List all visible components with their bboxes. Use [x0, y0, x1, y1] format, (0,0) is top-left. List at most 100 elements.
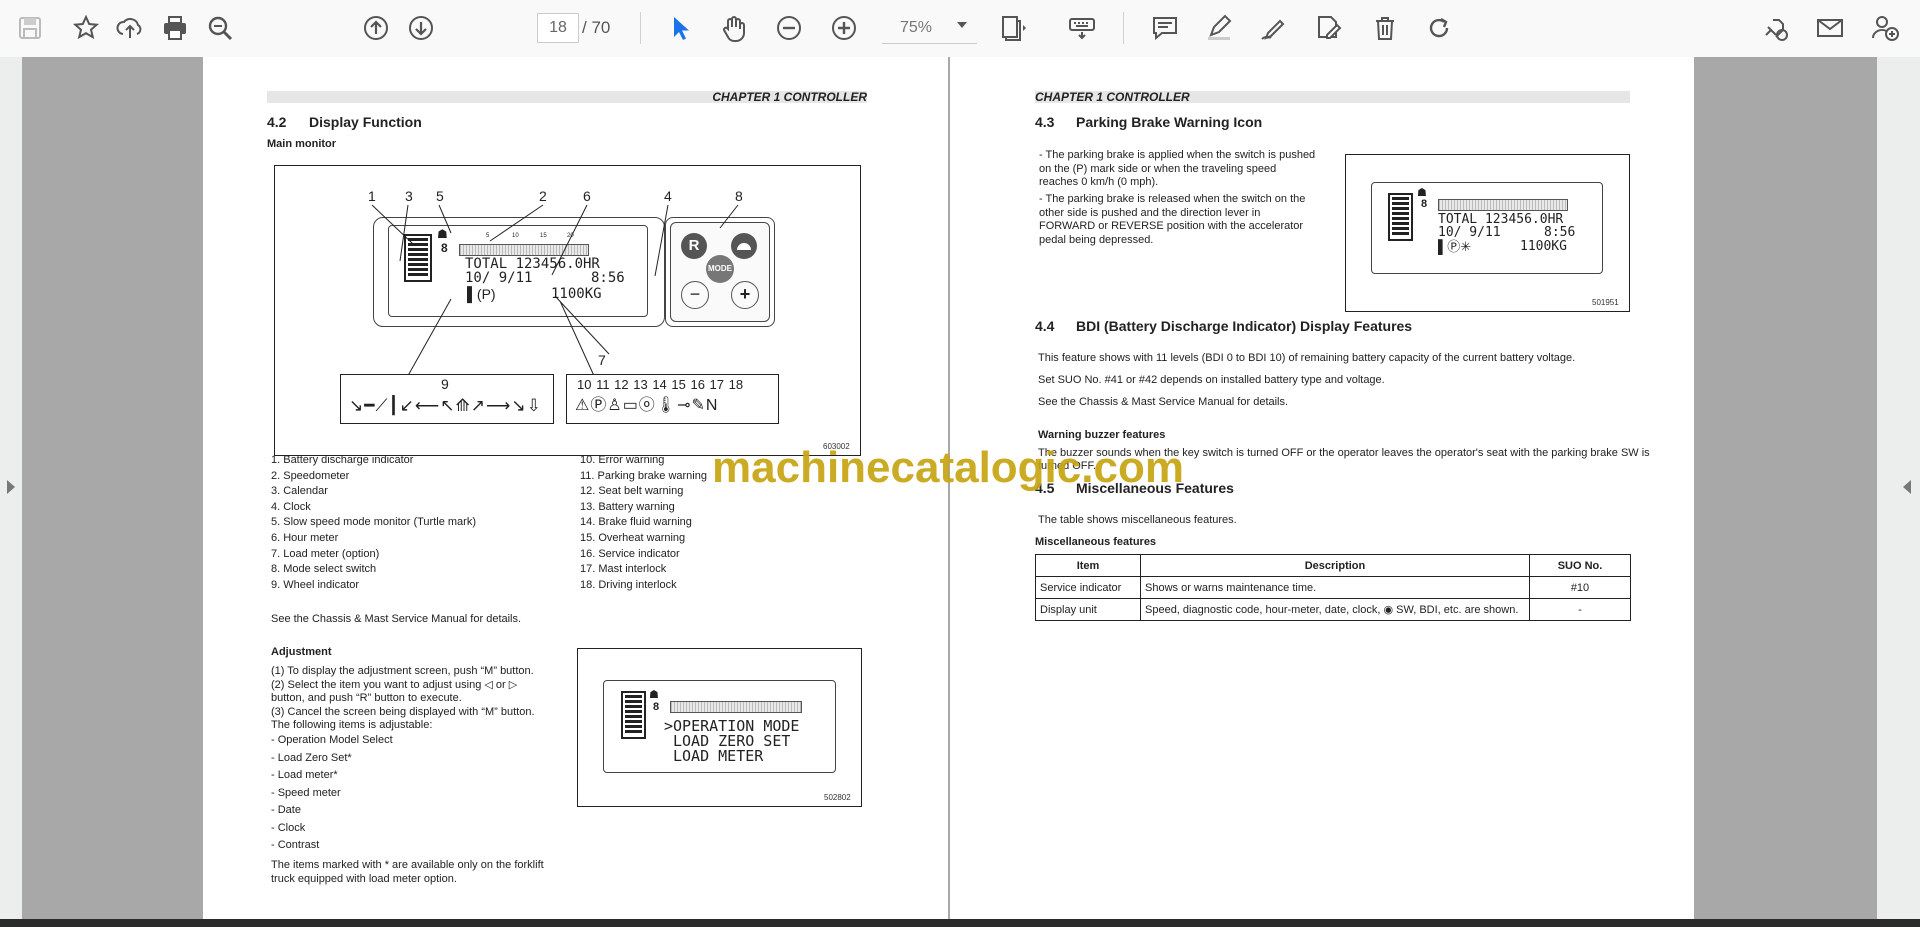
adjustment-line: - Load Zero Set*: [271, 751, 352, 764]
list-item: 7. Load meter (option): [271, 547, 380, 560]
adjustment-figure: ☗ 8 >OPERATION MODE LOAD ZERO SET LOAD M…: [577, 648, 862, 807]
edit-fill-icon[interactable]: [1311, 11, 1345, 45]
adjustment-line: button, and push “R” button to execute.: [271, 692, 462, 704]
mode-switch-inner: R MODE − +: [670, 222, 770, 322]
mode-button[interactable]: MODE: [706, 255, 734, 283]
list-item: 17. Mast interlock: [580, 563, 667, 576]
parking-brake-text: - The parking brake is applied when the …: [1039, 149, 1315, 247]
speedometer-bar: [1438, 199, 1568, 211]
draw-sign-icon[interactable]: [1256, 11, 1290, 45]
total-pages-value: 70: [591, 18, 611, 37]
page-down-icon[interactable]: [404, 11, 438, 45]
comment-icon[interactable]: [1148, 11, 1182, 45]
adjustment-lcd: ☗ 8 >OPERATION MODE LOAD ZERO SET LOAD M…: [603, 680, 836, 773]
body-line: pedal being depressed.: [1039, 233, 1154, 246]
menu-item-load-meter: LOAD METER: [673, 747, 764, 765]
body-line: The table shows miscellaneous features.: [1038, 514, 1237, 526]
gear-8-icon: 8: [653, 701, 660, 713]
chapter-header: CHAPTER 1 CONTROLLER: [1035, 91, 1630, 104]
fit-page-icon[interactable]: [995, 11, 1029, 45]
turtle-button[interactable]: [731, 233, 757, 259]
body-line: See the Chassis & Mast Service Manual fo…: [1038, 396, 1289, 408]
speed-tick: 10: [512, 233, 519, 239]
select-cursor-icon[interactable]: [663, 11, 697, 45]
legend-list-left: 1. Battery discharge indicator 2. Speedo…: [271, 454, 476, 594]
email-icon[interactable]: [1813, 11, 1847, 45]
rotate-icon[interactable]: [1422, 11, 1456, 45]
parking-brake-lcd: ☗ 8 TOTAL 123456.0HR 10/ 9/11 8:56 ▌Ⓟ✳ 1…: [1371, 182, 1603, 274]
expand-right-panel-icon[interactable]: [1903, 480, 1911, 494]
wheel-direction-icons: ↘━⟋┃↙⟵↖⟰↗⟶↘⇩: [349, 396, 542, 415]
adjustment-line: - Operation Model Select: [271, 734, 393, 746]
figure-id: 501951: [1592, 298, 1619, 307]
lcd-load: 1100KG: [1520, 239, 1567, 254]
speed-tick: 20: [567, 233, 574, 239]
zoom-in-icon[interactable]: [827, 11, 861, 45]
speedometer-bar: [459, 244, 589, 256]
page-separator: /: [582, 18, 587, 37]
list-item: 8. Mode select switch: [271, 563, 377, 576]
page-number-input[interactable]: 18: [537, 13, 579, 43]
callout-8: 8: [735, 188, 743, 204]
speed-tick: 15: [540, 233, 547, 239]
minus-button[interactable]: −: [681, 281, 709, 309]
figure-id: 502802: [824, 793, 851, 802]
section-title: Parking Brake Warning Icon: [1076, 114, 1263, 130]
print-icon[interactable]: [158, 11, 192, 45]
highlight-pen-icon[interactable]: [1202, 11, 1236, 45]
share-link-icon[interactable]: [1758, 11, 1792, 45]
plus-button[interactable]: +: [731, 281, 759, 309]
body-line: Set SUO No. #41 or #42 depends on instal…: [1038, 374, 1385, 386]
list-item: 1. Battery discharge indicator: [271, 454, 414, 466]
section-number: 4.4: [1035, 318, 1055, 334]
body-line: other side is pushed and the direction l…: [1039, 206, 1261, 219]
page-up-icon[interactable]: [359, 11, 393, 45]
chevron-down-icon: [957, 22, 967, 28]
legend-list-right: 10. Error warning 11. Parking brake warn…: [580, 454, 707, 594]
zoom-out-icon[interactable]: [772, 11, 806, 45]
callout-1: 1: [368, 188, 376, 204]
callout-7: 7: [598, 352, 606, 368]
list-item: 10. Error warning: [580, 454, 665, 466]
delete-icon[interactable]: [1368, 11, 1402, 45]
save-icon[interactable]: [13, 11, 47, 45]
zoom-search-icon[interactable]: [203, 11, 237, 45]
adjustment-line: (2) Select the item you want to adjust u…: [271, 679, 518, 691]
table-cell: Display unit: [1035, 598, 1141, 621]
body-line: - The parking brake is released when the…: [1039, 193, 1306, 205]
expand-left-panel-icon[interactable]: [7, 480, 15, 494]
hand-pan-icon[interactable]: [717, 11, 751, 45]
upload-icon[interactable]: [113, 11, 147, 45]
callout-3: 3: [405, 188, 413, 204]
table-header: Item: [1035, 554, 1141, 577]
battery-indicator-icon: [621, 691, 646, 739]
add-user-icon[interactable]: [1868, 11, 1902, 45]
list-item: 6. Hour meter: [271, 531, 339, 544]
table-cell: Shows or warns maintenance time.: [1140, 576, 1530, 599]
see-manual-note: See the Chassis & Mast Service Manual fo…: [271, 613, 522, 625]
body-line: reaches 0 km/h (0 mph).: [1039, 176, 1159, 188]
body-line: - The parking brake is applied when the …: [1039, 149, 1316, 161]
misc-features-table: Item Description SUO No. Service indicat…: [1035, 554, 1631, 621]
lcd-date: 10/ 9/11: [465, 270, 533, 286]
keyboard-tool-icon[interactable]: [1065, 11, 1099, 45]
lcd-time: 8:56: [1544, 225, 1576, 240]
right-panel-strip: [1877, 57, 1920, 919]
lcd-time: 8:56: [591, 270, 625, 286]
callout-6: 6: [583, 188, 591, 204]
table-row: Service indicator Shows or warns mainten…: [1035, 576, 1631, 599]
status-bar: [0, 919, 1920, 927]
body-line: This feature shows with 11 levels (BDI 0…: [1038, 352, 1576, 364]
r-button[interactable]: R: [681, 233, 707, 259]
zoom-select[interactable]: 75%: [882, 13, 977, 44]
bookmark-star-icon[interactable]: [69, 11, 103, 45]
adjustment-line: - Date: [271, 804, 301, 816]
table-header-row: Item Description SUO No.: [1035, 554, 1631, 577]
table-cell: #10: [1529, 576, 1631, 599]
list-item: 9. Wheel indicator: [271, 578, 360, 591]
adjustment-line: - Speed meter: [271, 786, 341, 799]
footnote: The items marked with * are available on…: [271, 859, 544, 871]
warning-icons-panel: 10 11 12 13 14 15 16 17 18 ⚠Ⓟ♙▭ⓞ🌡⊸✎Ν: [566, 374, 779, 424]
table-cell: -: [1529, 598, 1631, 621]
table-header: SUO No.: [1529, 554, 1631, 577]
